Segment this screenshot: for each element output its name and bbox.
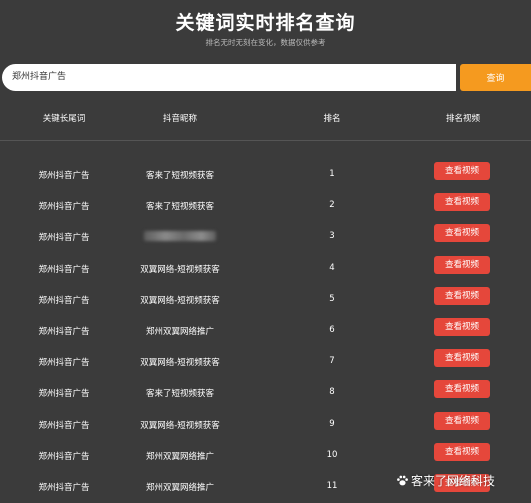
rank-cell: 5 [329, 293, 335, 304]
view-video-button[interactable]: 查看视频 [434, 442, 490, 461]
search-button[interactable]: 查询 [460, 64, 531, 91]
table-header: 关键长尾词 抖音昵称 排名 排名视频 [0, 112, 531, 134]
table-row: 郑州抖音广告 郑州双翼网络推广 10 查看视频 [0, 441, 531, 472]
table-row: 郑州抖音广告 客来了短视频获客 8 查看视频 [0, 378, 531, 409]
nickname-cell: 郑州双翼网络推广 [145, 327, 214, 337]
search-input[interactable] [2, 64, 456, 91]
column-header-keyword: 关键长尾词 [42, 114, 86, 124]
rank-cell: 10 [326, 449, 338, 460]
rank-cell: 3 [329, 231, 335, 242]
keyword-cell: 郑州抖音广告 [38, 483, 90, 493]
rank-cell: 11 [326, 481, 338, 491]
view-video-button[interactable]: 查看视频 [434, 411, 490, 430]
rank-cell: 7 [329, 356, 335, 367]
view-video-button[interactable]: 查看视频 [434, 255, 490, 274]
rank-cell: 8 [329, 387, 335, 398]
rank-cell: 9 [329, 418, 335, 429]
table-row: 郑州抖音广告 双翼网络-短视频获客 5 查看视频 [0, 285, 531, 316]
keyword-cell: 郑州抖音广告 [38, 171, 90, 181]
rank-cell: 6 [329, 325, 335, 335]
nickname-cell: 双翼网络-短视频获客 [140, 420, 220, 431]
keyword-cell: 郑州抖音广告 [38, 327, 90, 337]
view-video-button[interactable]: 查看视频 [434, 224, 490, 243]
column-header-rank: 排名 [323, 114, 341, 124]
keyword-cell: 郑州抖音广告 [38, 233, 90, 244]
view-video-button[interactable]: 查看视频 [434, 349, 490, 368]
rank-cell: 4 [329, 262, 335, 273]
view-video-button[interactable]: 查看视频 [434, 286, 490, 305]
page-subtitle: 排名无时无刻在变化，数据仅供参考 [205, 38, 326, 47]
keyword-cell: 郑州抖音广告 [38, 420, 90, 431]
nickname-cell: 双翼网络-短视频获客 [140, 358, 220, 369]
nickname-cell: 双翼网络-短视频获客 [140, 295, 220, 306]
view-video-button[interactable]: 查看视频 [434, 380, 490, 399]
view-video-button[interactable]: 查看视频 [434, 193, 490, 212]
nickname-cell: 客来了短视频获客 [145, 389, 214, 400]
keyword-cell: 郑州抖音广告 [38, 358, 90, 369]
header-divider [0, 140, 531, 141]
keyword-cell: 郑州抖音广告 [38, 264, 90, 275]
keyword-cell: 郑州抖音广告 [38, 451, 90, 462]
column-header-nickname: 抖音昵称 [162, 114, 197, 124]
table-row: 郑州抖音广告 客来了短视频获客 1 查看视频 [0, 160, 531, 191]
nickname-cell: 郑州双翼网络推广 [145, 451, 214, 462]
keyword-cell: 郑州抖音广告 [38, 389, 90, 400]
keyword-cell: 郑州抖音广告 [38, 295, 90, 306]
column-header-video: 排名视频 [445, 114, 480, 124]
watermark-text: 客来了网络科技 [411, 474, 496, 488]
rank-cell: 1 [329, 169, 335, 179]
nickname-cell: 客来了短视频获客 [145, 171, 214, 181]
page-title: 关键词实时排名查询 [175, 12, 356, 34]
nickname-cell [120, 231, 240, 242]
blurred-nickname [144, 231, 216, 242]
table-row: 郑州抖音广告 客来了短视频获客 2 查看视频 [0, 191, 531, 222]
table-row: 郑州抖音广告 郑州双翼网络推广 6 查看视频 [0, 316, 531, 347]
keyword-cell: 郑州抖音广告 [38, 202, 90, 213]
view-video-button[interactable]: 查看视频 [434, 318, 490, 336]
table-row: 郑州抖音广告 双翼网络-短视频获客 9 查看视频 [0, 410, 531, 441]
nickname-cell: 双翼网络-短视频获客 [140, 264, 220, 275]
table-row: 郑州抖音广告 3 查看视频 [0, 222, 531, 253]
rank-cell: 2 [329, 200, 335, 211]
nickname-cell: 郑州双翼网络推广 [145, 483, 214, 493]
table-row: 郑州抖音广告 双翼网络-短视频获客 7 查看视频 [0, 347, 531, 378]
table-row: 郑州抖音广告 双翼网络-短视频获客 4 查看视频 [0, 254, 531, 285]
view-video-button[interactable]: 查看视频 [434, 162, 490, 180]
nickname-cell: 客来了短视频获客 [145, 202, 214, 213]
watermark: 客来了网络科技 [396, 472, 531, 494]
paw-icon [396, 474, 409, 490]
